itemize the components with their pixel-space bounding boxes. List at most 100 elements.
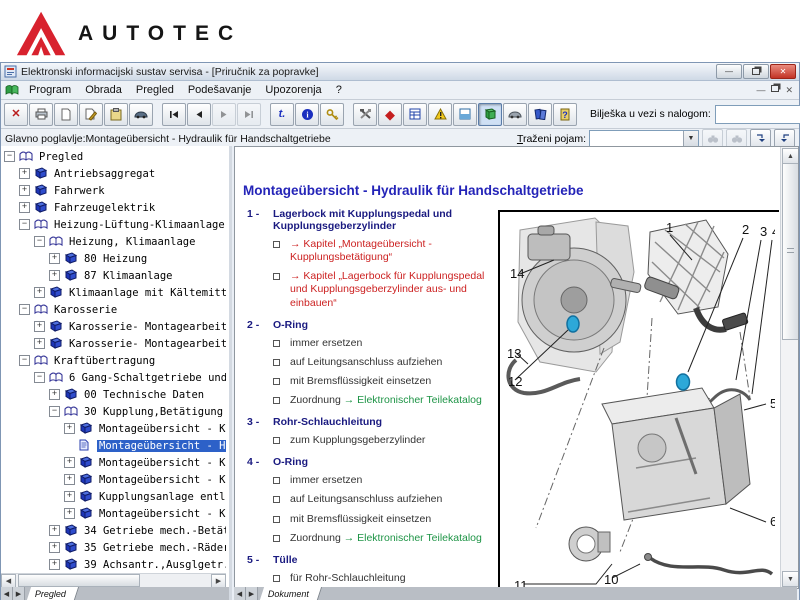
tree-expander-plus-icon[interactable]: + [64,457,75,468]
tree-expander-minus-icon[interactable]: − [4,151,15,162]
tree-expander-plus-icon[interactable]: + [64,491,75,502]
tab-prev-icon[interactable]: ◀ [234,587,246,600]
scroll-left-icon[interactable]: ◀ [1,574,16,588]
tree-expander-plus-icon[interactable]: + [64,423,75,434]
nav-prev-button[interactable] [187,103,211,126]
tree-item[interactable]: +Karosserie- Montagearbeiten Aus [1,335,226,352]
menu-program[interactable]: Program [22,83,78,97]
scrollbar-thumb[interactable] [18,574,140,587]
restore-button[interactable] [743,64,769,79]
combo-dropdown-icon[interactable]: ▼ [683,131,698,146]
table-button[interactable] [403,103,427,126]
tree-item[interactable]: +Fahrwerk [1,182,226,199]
tree-expander-plus-icon[interactable]: + [19,202,30,213]
tab-next-icon[interactable]: ▶ [246,587,258,600]
tree-expander-plus-icon[interactable]: + [34,338,45,349]
nav-first-button[interactable] [162,103,186,126]
tree-expander-minus-icon[interactable]: − [49,406,60,417]
tree-expander-plus-icon[interactable]: + [64,474,75,485]
tree-item[interactable]: +Fahrzeugelektrik [1,199,226,216]
edit-doc-button[interactable] [79,103,103,126]
menu-?[interactable]: ? [329,83,349,97]
scroll-down-icon[interactable]: ▼ [782,571,799,587]
tree-expander-plus-icon[interactable]: + [49,270,60,281]
tree-expander-plus-icon[interactable]: + [49,389,60,400]
tree-expander-minus-icon[interactable]: − [34,236,45,247]
tab-next-icon[interactable]: ▶ [13,587,25,600]
tree-item[interactable]: Montageübersicht - Hydrauli [1,437,226,454]
tree-item[interactable]: +00 Technische Daten [1,386,226,403]
minimize-button[interactable]: — [716,64,742,79]
tab-prev-icon[interactable]: ◀ [1,587,13,600]
mdi-close-button[interactable]: ✕ [785,85,793,96]
scroll-right-icon[interactable]: ▶ [211,574,226,588]
tree-expander-plus-icon[interactable]: + [34,321,45,332]
scroll-up-icon[interactable]: ▲ [782,148,799,164]
tree-item[interactable]: +Klimaanlage mit Kältemittel R13 [1,284,226,301]
wiring-books-button[interactable] [528,103,552,126]
tree-item[interactable]: −Karosserie [1,301,226,318]
tree-item[interactable]: +87 Klimaanlage [1,267,226,284]
tools-button[interactable] [353,103,377,126]
note-input[interactable] [715,105,800,124]
warning-button[interactable] [428,103,452,126]
text-size-button[interactable]: t. [270,103,294,126]
tree-expander-minus-icon[interactable]: − [19,219,30,230]
panel-button[interactable] [453,103,477,126]
paste-note-button[interactable] [104,103,128,126]
tree-expander-minus-icon[interactable]: − [19,355,30,366]
help-book-button[interactable]: ? [553,103,577,126]
tab-pregled[interactable]: Pregled [27,587,79,600]
key-button[interactable] [320,103,344,126]
tree-item[interactable]: −Kraftübertragung [1,352,226,369]
tree-horizontal-scrollbar[interactable]: ◀ ▶ [1,573,226,587]
car-data-button[interactable] [503,103,527,126]
chapter-link[interactable]: → Kapitel „Montageübersicht - Kupplungsb… [290,238,432,263]
search-combobox[interactable]: ▼ [589,130,699,147]
tree-expander-plus-icon[interactable]: + [64,508,75,519]
tree-item[interactable]: +Montageübersicht - Kupplung [1,505,226,522]
tree-item[interactable]: +39 Achsantr.,Ausglgetr.,Diffs [1,556,226,572]
tree-item[interactable]: −Heizung, Klimaanlage [1,233,226,250]
tree-expander-plus-icon[interactable]: + [49,253,60,264]
parts-catalog-link[interactable]: → Elektronischer Teilekatalog [344,394,482,406]
tree-item[interactable]: +Montageübersicht - Kupplung [1,471,226,488]
repair-manual-button[interactable] [478,103,502,126]
tree-item[interactable]: +Montageübersicht - Kupplung [1,454,226,471]
scrollbar-thumb[interactable] [782,163,799,340]
tree-item[interactable]: −6 Gang-Schaltgetriebe und Autom [1,369,226,386]
tree-item[interactable]: +Montageübersicht - Kupplung [1,420,226,437]
nav-last-button[interactable] [237,103,261,126]
tree-expander-plus-icon[interactable]: + [49,559,60,570]
title-bar[interactable]: Elektronski informacijski sustav servisa… [1,63,799,81]
tab-dokument[interactable]: Dokument [260,587,322,600]
tree-expander-plus-icon[interactable]: + [19,168,30,179]
tree-item[interactable]: +Antriebsaggregat [1,165,226,182]
tree-expander-plus-icon[interactable]: + [49,525,60,536]
info-button[interactable]: i [295,103,319,126]
tree-item[interactable]: −30 Kupplung,Betätigung [1,403,226,420]
close-button[interactable]: ✕ [770,64,796,79]
tree-item[interactable]: +Karosserie- Montagearbeiten Inn [1,318,226,335]
menu-podeavanje[interactable]: Podešavanje [181,83,259,97]
tree-item[interactable]: +35 Getriebe mech.-Räder,Welle [1,539,226,556]
chapter-link[interactable]: → Kapitel „Lagerbock für Kupplungspedal … [290,270,484,308]
tree-expander-minus-icon[interactable]: − [19,304,30,315]
parts-catalog-link[interactable]: → Elektronischer Teilekatalog [344,532,482,544]
document-vertical-scrollbar[interactable]: ▲ ▼ [780,147,798,588]
exit-button[interactable]: ✕ [4,103,28,126]
parts-button[interactable]: ◆ [378,103,402,126]
tree-expander-plus-icon[interactable]: + [34,287,45,298]
mdi-restore-button[interactable] [771,85,779,92]
new-doc-button[interactable] [54,103,78,126]
menu-pregled[interactable]: Pregled [129,83,181,97]
print-button[interactable] [29,103,53,126]
tree-expander-plus-icon[interactable]: + [49,542,60,553]
tree-expander-plus-icon[interactable]: + [19,185,30,196]
tree-item[interactable]: +34 Getriebe mech.-Betät.,ZSB. [1,522,226,539]
tree-item[interactable]: −Pregled [1,148,226,165]
tree-item[interactable]: −Heizung-Lüftung-Klimaanlage [1,216,226,233]
menu-upozorenja[interactable]: Upozorenja [258,83,328,97]
mdi-minimize-button[interactable]: — [756,85,765,96]
tree-item[interactable]: +80 Heizung [1,250,226,267]
